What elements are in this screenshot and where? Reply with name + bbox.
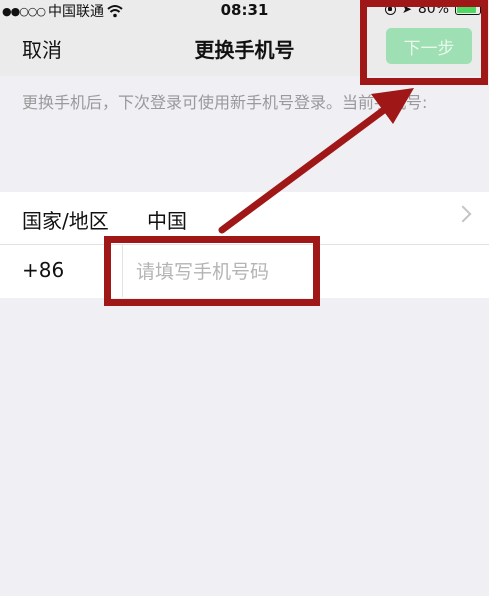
annotation-arrow-icon <box>218 88 414 234</box>
